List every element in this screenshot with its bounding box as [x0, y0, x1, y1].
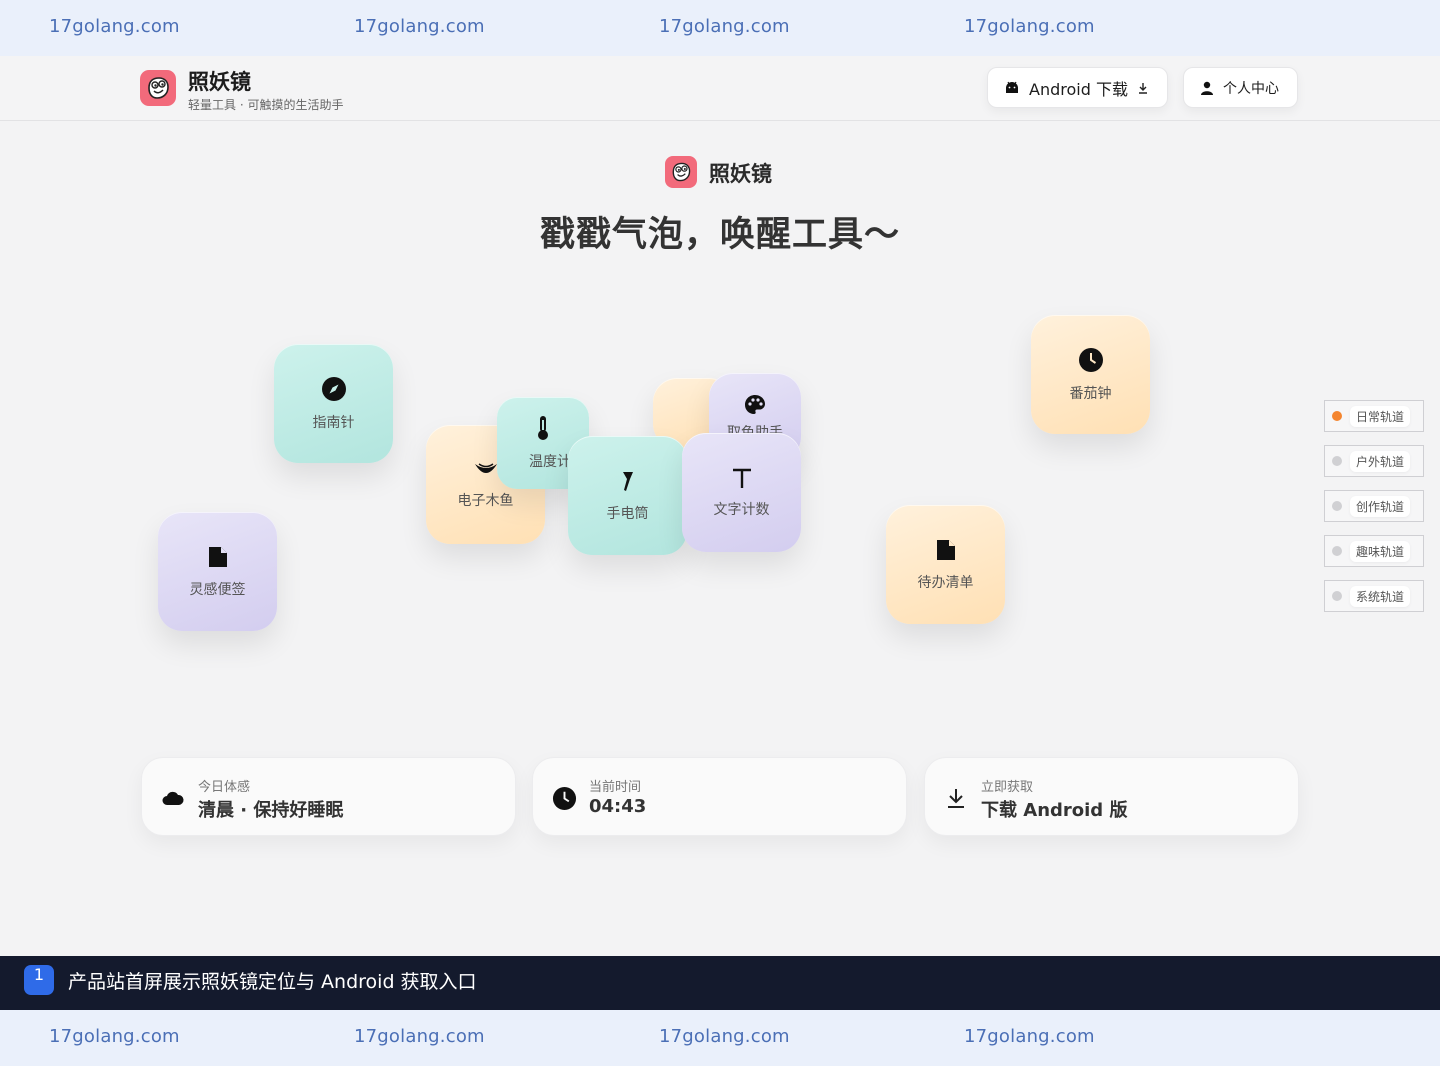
brand-tagline: 轻量工具 · 可触摸的生活助手	[188, 98, 344, 112]
mood-card-value: 清晨 · 保持好睡眠	[198, 800, 344, 821]
watermark-text: 17golang.com	[659, 16, 790, 37]
face-logo-icon	[148, 77, 169, 99]
download-card-value: 下载 Android 版	[981, 800, 1128, 821]
profile-label: 个人中心	[1223, 80, 1279, 97]
site-header: 照妖镜 轻量工具 · 可触摸的生活助手 Android 下载 个人中心	[0, 56, 1440, 121]
bubble-compass[interactable]: 指南针	[274, 344, 393, 463]
bubble-word-count-label: 文字计数	[713, 501, 770, 518]
user-icon	[1201, 81, 1213, 95]
track-indicator	[1332, 456, 1342, 466]
text-icon	[732, 468, 751, 488]
wooden-fish-icon	[474, 462, 497, 473]
track-fun[interactable]: 趣味轨道	[1324, 535, 1424, 567]
android-download-button[interactable]: Android 下载	[987, 67, 1168, 108]
track-label: 趣味轨道	[1350, 540, 1411, 562]
watermark-text: 17golang.com	[49, 16, 180, 37]
brand-logo[interactable]	[140, 70, 176, 106]
watermark-text: 17golang.com	[49, 1026, 180, 1047]
profile-button[interactable]: 个人中心	[1183, 67, 1298, 108]
thermometer-icon	[538, 416, 548, 440]
track-outdoor[interactable]: 户外轨道	[1324, 445, 1424, 477]
track-creative[interactable]: 创作轨道	[1324, 490, 1424, 522]
caption-number-badge: 1	[24, 965, 54, 995]
watermark-text: 17golang.com	[659, 1026, 790, 1047]
bubble-thermometer-label: 温度计	[529, 454, 571, 470]
android-download-label: Android 下载	[1029, 79, 1128, 99]
bubble-word-count[interactable]: 文字计数	[682, 433, 801, 552]
current-time: 04:43	[589, 796, 647, 817]
track-indicator	[1332, 591, 1342, 601]
watermark-text: 17golang.com	[354, 16, 485, 37]
watermark-text: 17golang.com	[354, 1026, 485, 1047]
brand-name: 照妖镜	[188, 70, 251, 94]
hero-brand-name: 照妖镜	[709, 162, 772, 186]
bubble-todo-label: 待办清单	[917, 574, 974, 591]
download-icon	[943, 785, 969, 811]
hero-title: 戳戳气泡，唤醒工具～	[540, 215, 901, 255]
file-icon	[936, 539, 955, 560]
bubble-notes[interactable]: 灵感便签	[158, 512, 277, 631]
track-label: 系统轨道	[1350, 585, 1411, 607]
palette-icon	[745, 395, 765, 414]
bubble-pomodoro-label: 番茄钟	[1069, 385, 1112, 402]
hero-logo	[665, 156, 697, 188]
watermark-text: 17golang.com	[964, 16, 1095, 37]
track-label: 创作轨道	[1350, 495, 1411, 517]
time-card: 当前时间 04:43	[532, 757, 907, 836]
track-indicator	[1332, 501, 1342, 511]
android-icon	[1006, 81, 1018, 93]
caption-text: 产品站首屏展示照妖镜定位与 Android 获取入口	[68, 971, 477, 993]
download-card-subtitle: 立即获取	[981, 780, 1034, 795]
track-indicator	[1332, 546, 1342, 556]
watermark-bar-top: 17golang.com 17golang.com 17golang.com 1…	[0, 0, 1440, 56]
mood-card-subtitle: 今日体感	[198, 780, 251, 795]
cloud-icon	[160, 785, 186, 811]
file-icon	[208, 546, 227, 567]
clock-icon	[551, 785, 577, 811]
bubble-pomodoro[interactable]: 番茄钟	[1031, 315, 1150, 434]
watermark-bar-bottom: 17golang.com 17golang.com 17golang.com 1…	[0, 1010, 1440, 1066]
clock-icon	[1078, 347, 1103, 372]
flashlight-icon	[622, 471, 633, 491]
track-label: 户外轨道	[1350, 450, 1411, 472]
track-label: 日常轨道	[1350, 405, 1411, 427]
time-card-subtitle: 当前时间	[589, 780, 642, 795]
mood-card: 今日体感 清晨 · 保持好睡眠	[141, 757, 516, 836]
track-indicator	[1332, 411, 1342, 421]
bubble-notes-label: 灵感便签	[189, 581, 246, 598]
watermark-text: 17golang.com	[964, 1026, 1095, 1047]
bubble-todo[interactable]: 待办清单	[886, 505, 1005, 624]
bubble-palette-label: 取色助手	[727, 425, 783, 433]
caption-bar: 1 产品站首屏展示照妖镜定位与 Android 获取入口	[0, 956, 1440, 1010]
face-logo-icon	[672, 162, 691, 182]
download-icon	[1138, 82, 1147, 94]
bubble-wooden-fish-label: 电子木鱼	[457, 492, 514, 509]
bubble-compass-label: 指南针	[312, 414, 355, 431]
track-daily[interactable]: 日常轨道	[1324, 400, 1424, 432]
track-system[interactable]: 系统轨道	[1324, 580, 1424, 612]
bubble-flashlight-label: 手电筒	[606, 505, 649, 522]
bubble-flashlight[interactable]: 手电筒	[568, 436, 687, 555]
download-card[interactable]: 立即获取 下载 Android 版	[924, 757, 1299, 836]
compass-icon	[321, 376, 346, 401]
